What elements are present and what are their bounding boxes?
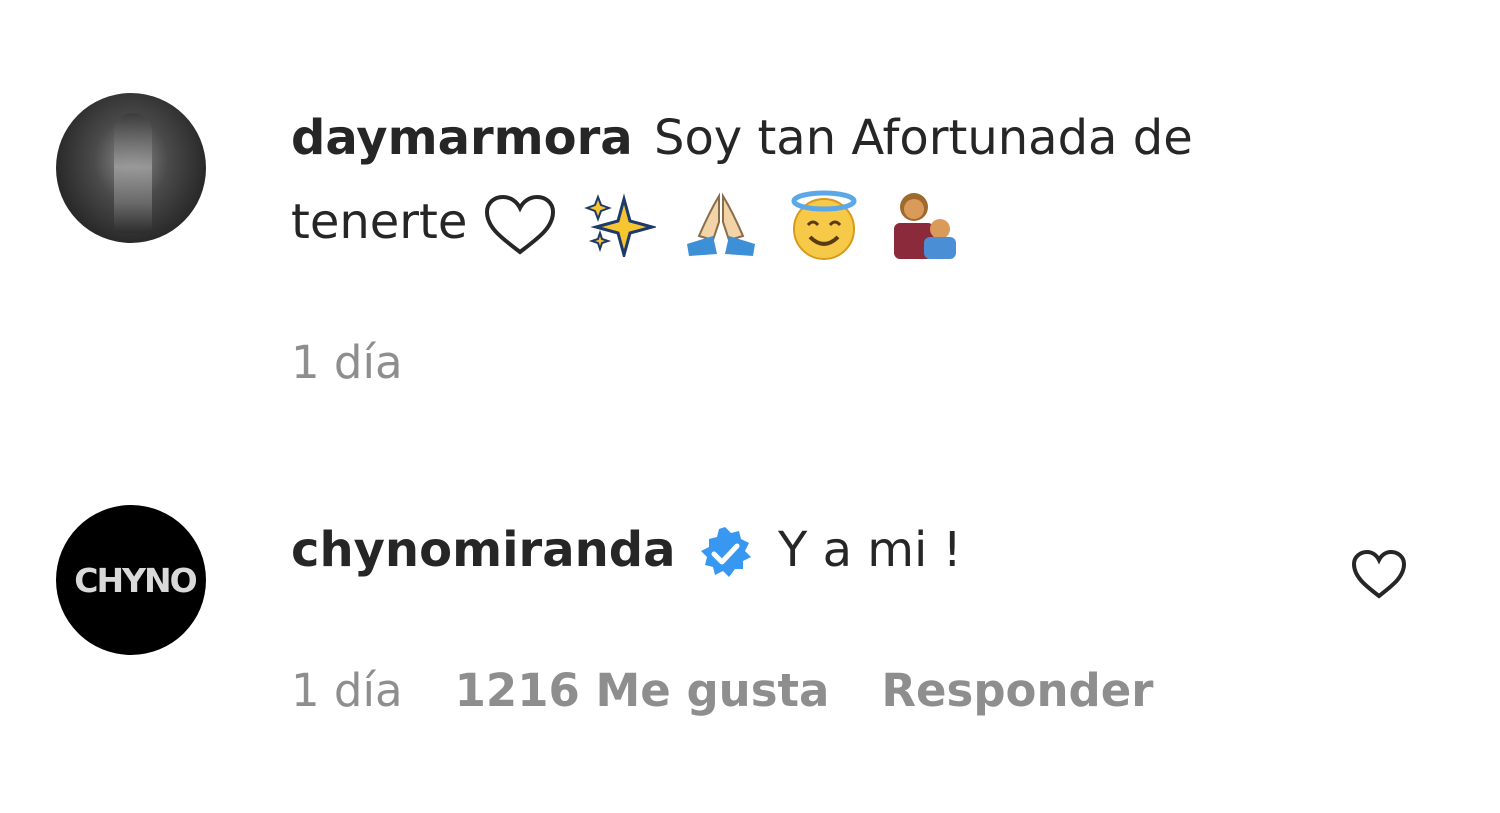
username[interactable]: chynomiranda	[291, 522, 676, 578]
comment-text-body: Y a mi !	[778, 522, 962, 578]
reply-button[interactable]: Responder	[881, 664, 1153, 717]
smiling-face-with-halo-icon	[791, 190, 857, 260]
sparkles-icon	[584, 193, 656, 257]
verified-badge-icon	[700, 527, 751, 577]
comment-timestamp[interactable]: 1 día	[291, 336, 403, 389]
folded-hands-icon	[687, 192, 756, 256]
comment-text-line2: tenerte	[291, 194, 468, 250]
comment-text: daymarmora Soy tan Afortunada de tenerte	[291, 96, 1193, 264]
avatar-logo-text: CHYNO	[74, 560, 197, 600]
avatar[interactable]: CHYNO	[56, 505, 206, 655]
comment-text: chynomiranda Y a mi !	[291, 508, 962, 592]
heart-like-icon[interactable]	[1350, 548, 1408, 600]
comment-timestamp[interactable]: 1 día	[291, 664, 403, 717]
username[interactable]: daymarmora	[291, 110, 633, 166]
avatar[interactable]	[56, 93, 206, 243]
comment-meta: 1 día 1216 Me gusta Responder	[291, 664, 1153, 717]
avatar-photo	[114, 113, 152, 233]
likes-count-button[interactable]: 1216 Me gusta	[455, 664, 830, 717]
white-heart-icon	[484, 194, 555, 255]
comment-text-line1: Soy tan Afortunada de	[653, 110, 1193, 166]
comment-meta: 1 día	[291, 336, 403, 389]
woman-and-baby-icon	[893, 193, 956, 259]
